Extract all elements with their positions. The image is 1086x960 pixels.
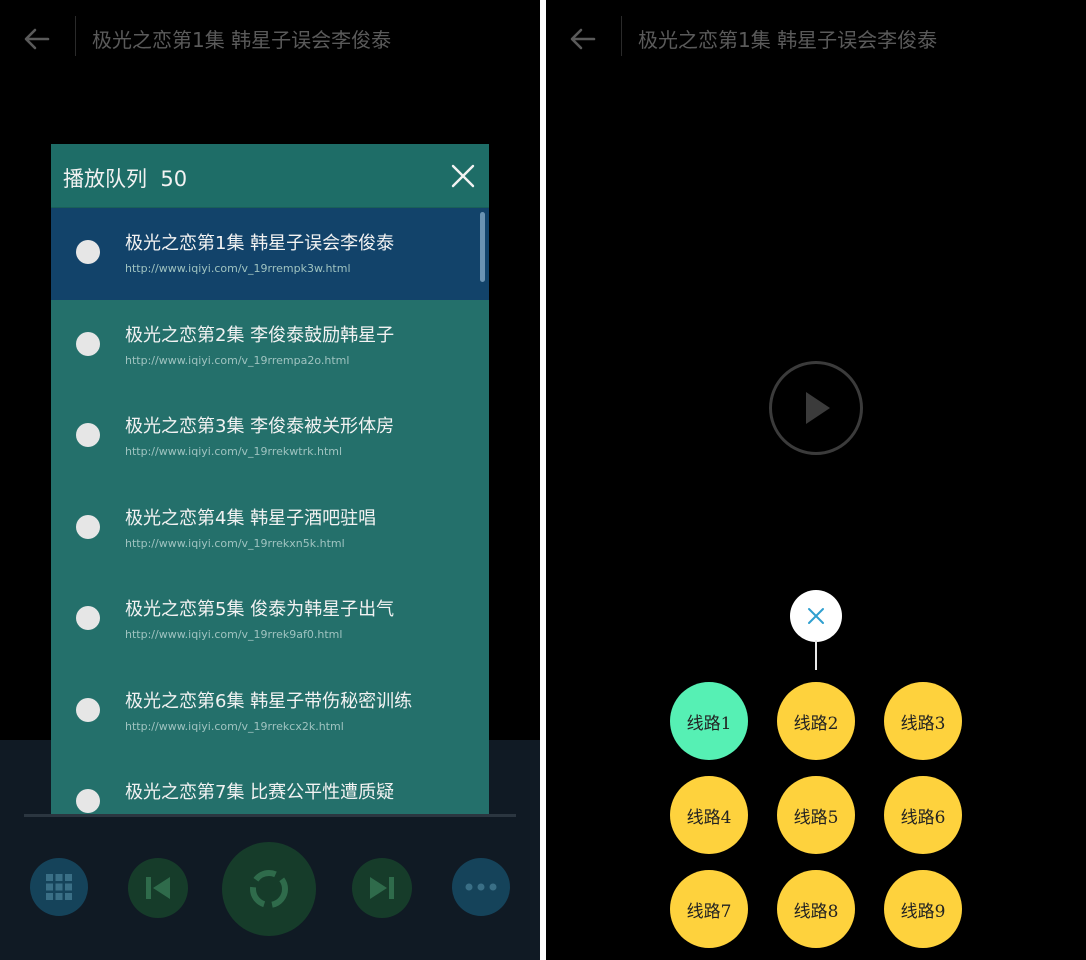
queue-list: 极光之恋第1集 韩星子误会李俊泰 http://www.iqiyi.com/v_1… — [51, 208, 489, 814]
top-divider — [621, 16, 622, 56]
radio-icon[interactable] — [76, 606, 100, 630]
queue-item[interactable]: 极光之恋第1集 韩星子误会李俊泰 http://www.iqiyi.com/v_1… — [51, 208, 489, 300]
queue-item-title: 极光之恋第7集 比赛公平性遭质疑 — [125, 782, 395, 803]
radio-icon[interactable] — [76, 240, 100, 264]
back-button[interactable] — [16, 18, 58, 60]
queue-item-title: 极光之恋第5集 俊泰为韩星子出气 — [125, 599, 395, 620]
left-screen: 极光之恋第1集 韩星子误会李俊泰 播放队列 50 极光之恋第1集 韩星子误会李俊… — [0, 0, 540, 960]
progress-track — [24, 814, 516, 817]
queue-item-url: http://www.iqiyi.com/v_19rrempk3w.html — [125, 262, 351, 275]
playlist-button[interactable] — [30, 858, 88, 916]
route-button[interactable]: 线路2 — [777, 682, 855, 760]
route-button[interactable]: 线路9 — [884, 870, 962, 948]
arrow-left-icon — [24, 28, 50, 50]
queue-title: 播放队列 50 — [63, 163, 187, 193]
queue-item[interactable]: 极光之恋第5集 俊泰为韩星子出气 http://www.iqiyi.com/v_1… — [51, 574, 489, 666]
queue-count: 50 — [160, 167, 188, 191]
previous-button[interactable] — [128, 858, 188, 918]
route-close-button[interactable] — [790, 590, 842, 642]
more-dots-icon — [465, 883, 497, 891]
queue-item[interactable]: 极光之恋第7集 比赛公平性遭质疑 — [51, 757, 489, 814]
arrow-left-icon — [570, 28, 596, 50]
right-screen: 极光之恋第1集 韩星子误会李俊泰 线路1 线路2 线路3 线路4 线路5 线路6 线路7 线路… — [546, 0, 1086, 960]
queue-item-title: 极光之恋第4集 韩星子酒吧驻唱 — [125, 507, 377, 529]
radio-icon[interactable] — [76, 789, 100, 813]
route-button[interactable]: 线路5 — [777, 776, 855, 854]
top-bar: 极光之恋第1集 韩星子误会李俊泰 — [0, 0, 540, 76]
queue-item[interactable]: 极光之恋第3集 李俊泰被关形体房 http://www.iqiyi.com/v_1… — [51, 391, 489, 483]
route-button[interactable]: 线路8 — [777, 870, 855, 948]
queue-item[interactable]: 极光之恋第4集 韩星子酒吧驻唱 http://www.iqiyi.com/v_19… — [51, 483, 489, 575]
radio-icon[interactable] — [76, 331, 100, 356]
route-button[interactable]: 线路3 — [884, 682, 962, 760]
radio-icon[interactable] — [76, 514, 100, 539]
queue-item-title: 极光之恋第6集 韩星子带伤秘密训练 — [125, 690, 413, 712]
radio-icon[interactable] — [76, 697, 100, 722]
play-queue-dialog: 播放队列 50 极光之恋第1集 韩星子误会李俊泰 http://www.iqiyi… — [51, 144, 489, 814]
radio-icon[interactable] — [76, 423, 100, 447]
route-menu-stem — [815, 640, 817, 670]
queue-title-label: 播放队列 — [63, 167, 147, 191]
queue-item[interactable]: 极光之恋第6集 韩星子带伤秘密训练 http://www.iqiyi.com/v_… — [51, 666, 489, 758]
skip-next-icon — [370, 877, 394, 899]
play-pause-button[interactable] — [222, 842, 316, 936]
play-button[interactable] — [769, 361, 863, 455]
top-bar: 极光之恋第1集 韩星子误会李俊泰 — [546, 0, 1086, 76]
route-button[interactable]: 线路1 — [670, 682, 748, 760]
skip-previous-icon — [146, 877, 170, 899]
top-divider — [75, 16, 76, 56]
queue-item-url: http://www.iqiyi.com/v_19rrekwtrk.html — [125, 445, 343, 458]
queue-close-button[interactable] — [447, 160, 479, 192]
queue-scrollbar[interactable] — [480, 212, 485, 282]
close-icon — [451, 164, 475, 188]
queue-header: 播放队列 50 — [51, 144, 489, 208]
route-button[interactable]: 线路7 — [670, 870, 748, 948]
route-button[interactable]: 线路6 — [884, 776, 962, 854]
queue-item[interactable]: 极光之恋第2集 李俊泰鼓励韩星子 http://www.iqiyi.com/v_1… — [51, 300, 489, 392]
queue-item-url: http://www.iqiyi.com/v_19rrekxn5k.html — [125, 536, 345, 550]
more-button[interactable] — [452, 858, 510, 916]
play-icon — [806, 392, 830, 424]
queue-item-url: http://www.iqiyi.com/v_19rrek9af0.html — [125, 628, 343, 641]
next-button[interactable] — [352, 858, 412, 918]
loading-ring-icon — [250, 870, 288, 908]
queue-item-url: http://www.iqiyi.com/v_19rrempa2o.html — [125, 353, 350, 367]
route-button[interactable]: 线路4 — [670, 776, 748, 854]
queue-item-title: 极光之恋第1集 韩星子误会李俊泰 — [125, 233, 395, 254]
video-title: 极光之恋第1集 韩星子误会李俊泰 — [92, 28, 392, 52]
queue-item-title: 极光之恋第2集 李俊泰鼓励韩星子 — [125, 324, 395, 346]
queue-item-url: http://www.iqiyi.com/v_19rrekcx2k.html — [125, 719, 344, 733]
video-title: 极光之恋第1集 韩星子误会李俊泰 — [638, 28, 938, 52]
grid-icon — [46, 874, 72, 900]
close-icon — [808, 608, 824, 624]
back-button[interactable] — [562, 18, 604, 60]
queue-item-title: 极光之恋第3集 李俊泰被关形体房 — [125, 416, 395, 437]
